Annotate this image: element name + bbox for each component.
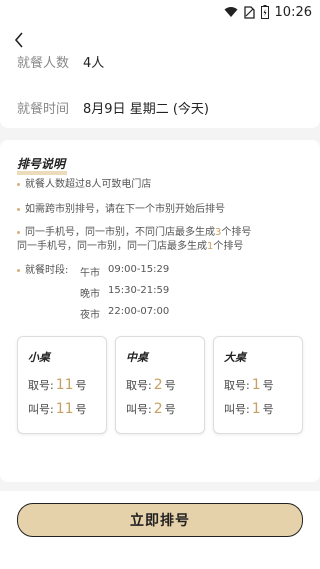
queue-now-button[interactable]: 立即排号 (17, 503, 303, 537)
battery-icon (260, 5, 269, 19)
take-number-row: 取号: 2 号 (126, 377, 176, 393)
period-time: 22:00-07:00 (108, 306, 170, 317)
queue-info-card: 排号说明 就餐人数超过8人可致电门店 如需跨市别排号，请在下一个市别开始后排号 … (0, 140, 320, 482)
table-name: 小桌 (28, 351, 50, 364)
dining-time-label: 就餐时间 (17, 102, 70, 117)
take-number-row: 取号: 11 号 (28, 377, 87, 393)
chevron-left-icon (14, 32, 23, 48)
info-title: 排号说明 (17, 157, 66, 171)
call-number-row: 叫号: 1 号 (224, 401, 274, 417)
bottom-action-bar: 立即排号 (0, 491, 320, 569)
table-name: 大桌 (224, 351, 246, 364)
bullet-dot-icon (17, 207, 20, 211)
wifi-icon (224, 6, 238, 18)
status-icons: 10:26 (224, 3, 312, 21)
table-card-large: 大桌 取号: 1 号 叫号: 1 号 (213, 336, 303, 434)
hours-label-item: 就餐时段: (17, 264, 68, 278)
rule-item: 如需跨市别排号，请在下一个市别开始后排号 (17, 203, 225, 217)
booking-summary-card: 就餐人数 4人 就餐时间 8月9日 星期二 (今天) (0, 24, 320, 128)
clock-time: 10:26 (274, 4, 312, 20)
period-time: 15:30-21:59 (108, 285, 170, 296)
party-size-row: 就餐人数 4人 (17, 52, 104, 71)
status-bar: 10:26 (0, 0, 320, 24)
period-name: 夜市 (80, 310, 100, 321)
bullet-dot-icon (17, 182, 20, 186)
call-number-row: 叫号: 11 号 (28, 401, 87, 417)
table-name: 中桌 (126, 351, 148, 364)
dining-time-row: 就餐时间 8月9日 星期二 (今天) (17, 98, 209, 117)
dining-time-value: 8月9日 星期二 (今天) (83, 102, 209, 117)
table-card-medium: 中桌 取号: 2 号 叫号: 2 号 (115, 336, 205, 434)
no-sim-icon (243, 5, 255, 19)
back-button[interactable] (10, 30, 30, 50)
table-card-small: 小桌 取号: 11 号 叫号: 11 号 (17, 336, 107, 434)
rule-item: 就餐人数超过8人可致电门店 (17, 178, 151, 192)
party-size-label: 就餐人数 (17, 56, 70, 71)
rule-item: 同一手机号，同一市别，不同门店最多生成3个排号 同一手机号，同一市别，同一门店最… (17, 227, 252, 252)
bullet-dot-icon (17, 268, 20, 272)
period-name: 午市 (80, 268, 100, 279)
period-name: 晚市 (80, 289, 100, 300)
party-size-value: 4人 (83, 56, 105, 71)
take-number-row: 取号: 1 号 (224, 377, 274, 393)
bullet-dot-icon (17, 230, 20, 234)
period-time: 09:00-15:29 (108, 264, 170, 275)
call-number-row: 叫号: 2 号 (126, 401, 176, 417)
